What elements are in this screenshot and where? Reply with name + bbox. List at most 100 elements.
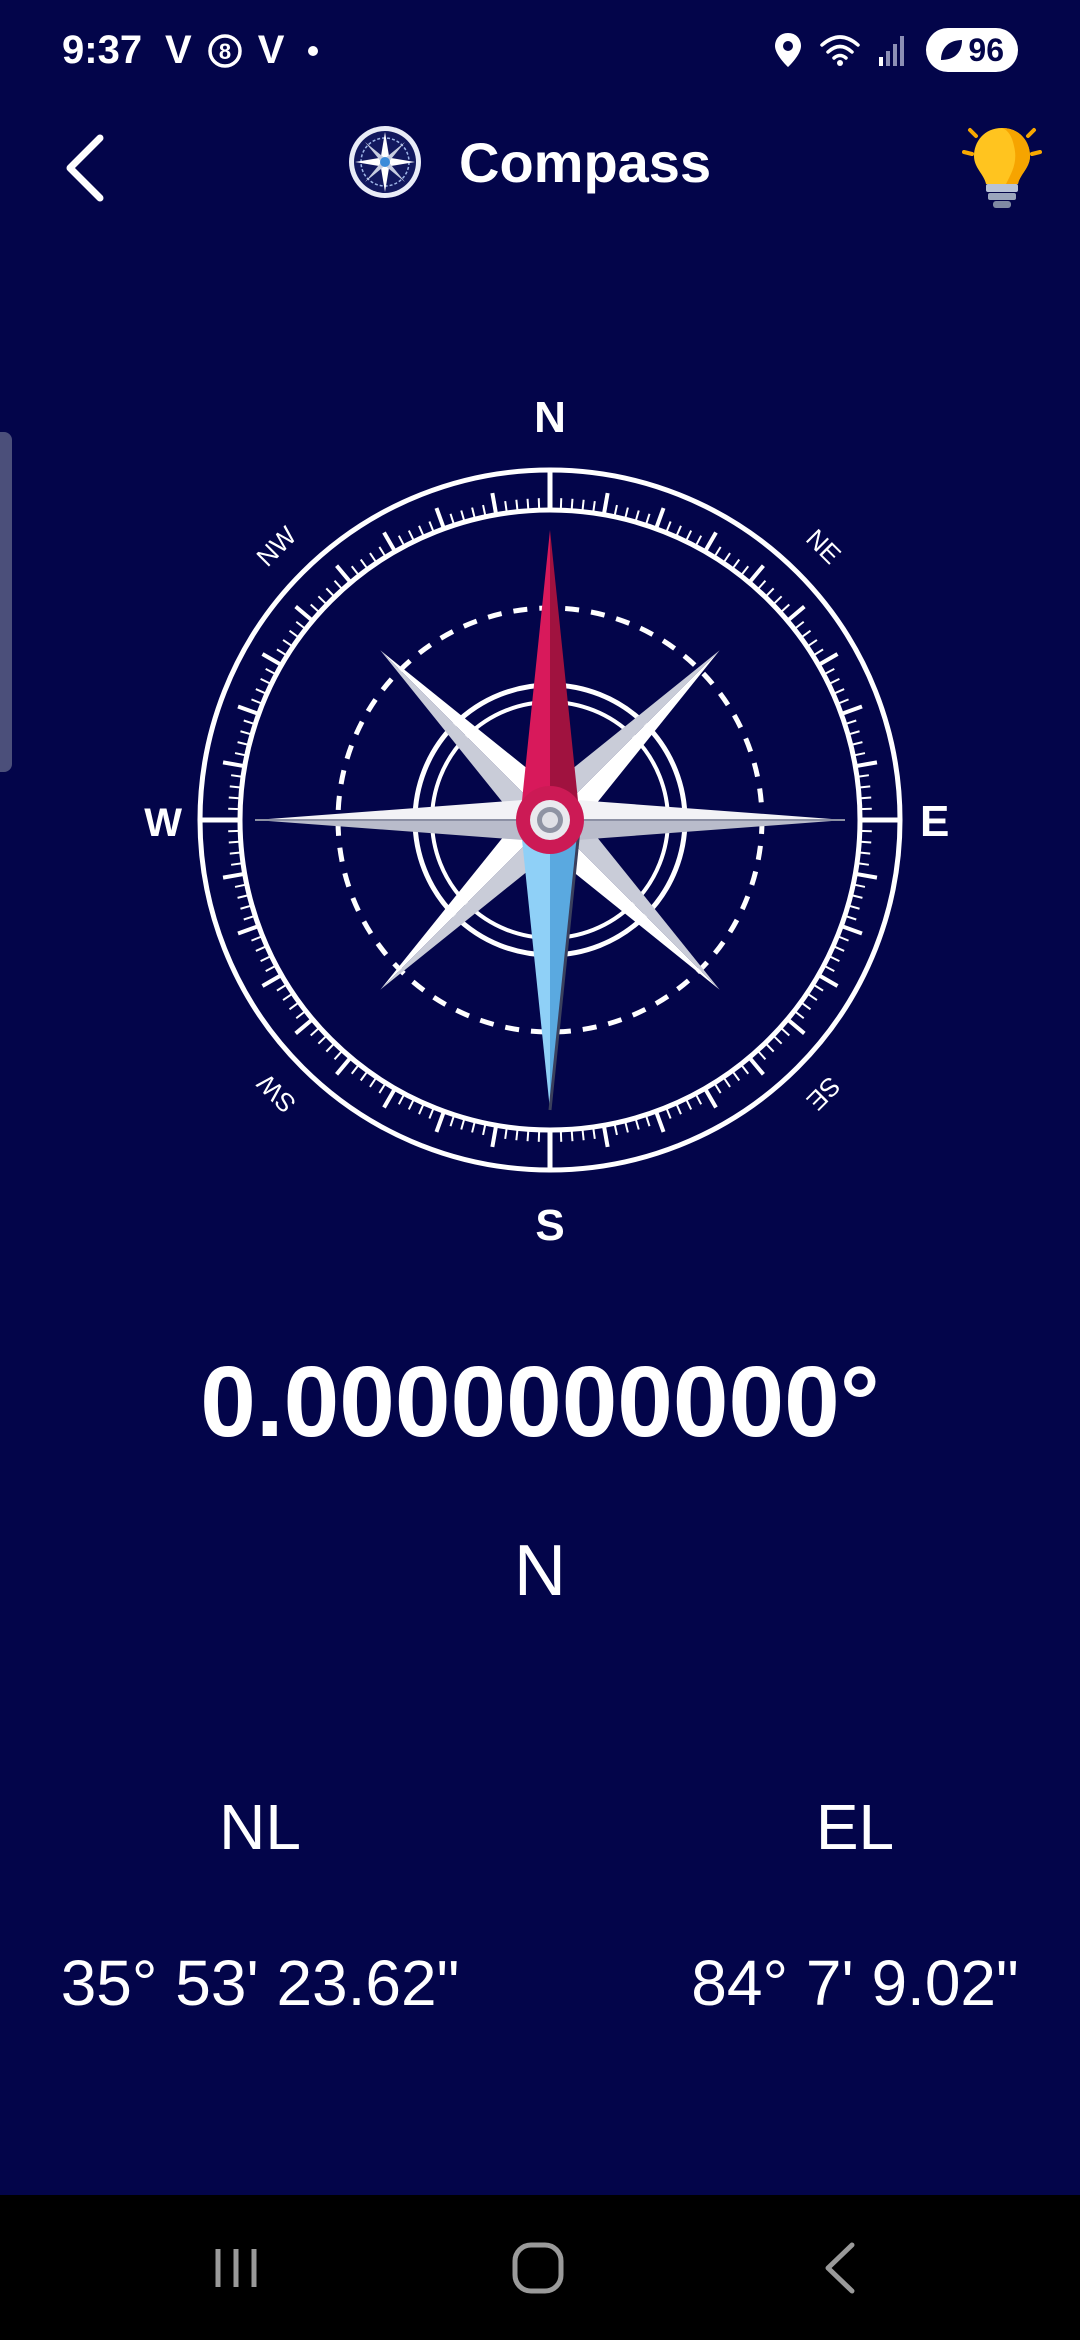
home-button[interactable] [498,2235,578,2301]
dial-tick [261,652,283,667]
back-nav-button[interactable] [802,2235,882,2301]
dial-tick [265,964,277,973]
dial-tick [333,1049,344,1060]
latitude-label: NL [219,1791,301,1863]
side-panel-handle[interactable] [0,432,12,772]
dial-tick [859,796,872,800]
dial-tick [359,558,369,570]
recent-apps-button[interactable] [196,2235,276,2301]
longitude-block: EL 84° 7' 9.02" [640,1790,1070,2020]
label-northwest: NW [250,520,302,572]
dial-tick [265,667,277,676]
dial-tick [772,595,783,606]
dial-tick [335,1056,353,1076]
dial-tick [685,530,693,542]
dial-tick [378,546,387,558]
dial-tick [490,1124,499,1148]
label-north: N [534,393,566,442]
dial-tick [859,840,872,844]
label-east: E [920,797,949,846]
dial-tick [793,620,805,630]
dial-tick [713,1082,722,1094]
dial-tick [764,1042,775,1053]
dial-tick [713,546,722,558]
app-header: Compass [0,110,1080,220]
dial-tick [407,1098,415,1110]
dial-tick [854,871,878,880]
dial-tick [295,620,307,630]
dial-tick [260,955,272,963]
dial-tick [288,1001,300,1011]
status-bar: 9:37 V 8 V 96 [0,0,1080,105]
longitude-value: 84° 7' 9.02" [691,1947,1019,2019]
dial-tick [570,498,574,511]
label-southeast: SE [801,1071,847,1117]
carrier-v-icon: V [165,28,192,72]
dial-tick [817,973,839,988]
dial-tick [722,552,731,564]
title-group: Compass [345,122,711,202]
back-button[interactable] [52,128,122,208]
dial-tick [764,587,775,598]
dial-tick [722,1076,731,1088]
dial-tick [779,1026,790,1037]
label-northeast: NE [800,523,847,570]
system-nav-bar [0,2195,1080,2340]
dial-tick [823,667,835,676]
dial-tick [654,507,666,530]
dial-tick [229,851,242,855]
battery-level: 96 [968,31,1004,68]
label-southwest: SW [251,1068,302,1119]
dial-tick [858,851,871,855]
dial-tick [294,605,314,623]
carrier-v-icon-2: V [257,28,285,72]
status-system-icons: 96 [774,28,1018,72]
dial-tick [756,580,767,591]
dial-tick [294,1017,314,1035]
latitude-value: 35° 53' 23.62" [60,1947,460,2019]
dial-tick [222,760,246,769]
dial-tick [276,983,288,992]
light-bulb-button[interactable] [962,122,1042,212]
dial-tick [854,760,878,769]
dial-tick [828,955,840,963]
dial-tick [581,1128,585,1141]
dial-tick [526,1129,530,1142]
page-title: Compass [459,130,712,194]
dial-tick [310,1026,321,1037]
dial-tick [397,1093,406,1105]
heading-direction: N [514,1531,566,1611]
dial-tick [772,1034,783,1045]
dial-tick [601,492,610,516]
dial-tick [694,1093,703,1105]
needle-south [520,819,582,1111]
dial-tick [228,840,241,844]
dial-tick [237,924,260,936]
location-pin-icon [775,33,802,67]
wifi-icon [820,35,861,66]
dial-tick [261,973,283,988]
dial-tick [779,603,790,614]
compass-logo-icon [349,126,421,198]
dial-tick [740,565,750,577]
dial-tick [793,1010,805,1020]
dial-tick [382,531,397,553]
dial-tick [601,1124,610,1148]
dial-tick [282,992,294,1001]
dial-tick [685,1098,693,1110]
dial-tick [434,1110,446,1133]
dial-tick [806,639,818,648]
dial-tick [369,552,378,564]
dial-tick [325,1042,336,1053]
dial-tick [840,704,863,716]
dial-tick [260,677,272,685]
dial-tick [806,992,818,1001]
needle-north [520,530,580,820]
compass-dial: N S E W NE NW SE SW [144,393,949,1250]
dial-tick [407,530,415,542]
dial-tick [823,964,835,973]
latitude-block: NL 35° 53' 23.62" [45,1790,475,2020]
dial-tick [222,871,246,880]
dial-tick [858,785,871,789]
dial-tick [288,629,300,639]
